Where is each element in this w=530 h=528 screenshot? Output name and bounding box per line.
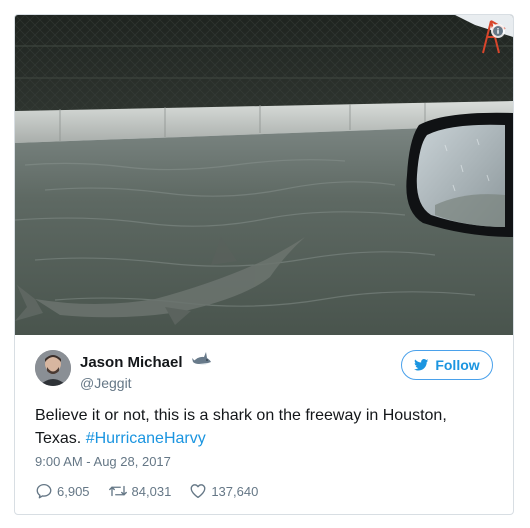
tweet-actions: 6,905 84,031 137,640 [35,481,276,501]
flooded-freeway-shark-image [15,15,513,335]
follow-button[interactable]: Follow [401,350,493,380]
author-handle[interactable]: @Jeggit [80,374,212,392]
author-names: Jason Michael @Jeggit [80,352,212,392]
tweet-timestamp[interactable]: 9:00 AM - Aug 28, 2017 [35,454,171,469]
heart-icon [190,484,206,499]
shark-emoji [192,352,212,373]
hashtag-link[interactable]: #HurricaneHarvy [86,430,206,447]
follow-button-label: Follow [435,357,480,373]
twitter-bird-icon [414,359,429,371]
embedded-tweet-card: Jason Michael @Jeggit Follow Believe it … [14,14,514,515]
tweet-text: Believe it or not, this is a shark on th… [35,404,495,450]
info-icon[interactable] [491,24,505,38]
reply-icon [36,483,52,499]
like-count: 137,640 [211,483,259,499]
retweet-icon [108,485,127,497]
retweet-action[interactable]: 84,031 [108,482,172,500]
reply-count: 6,905 [57,483,90,499]
like-action[interactable]: 137,640 [189,482,258,500]
avatar[interactable] [35,350,71,386]
tweet-photo[interactable] [15,15,513,335]
retweet-count: 84,031 [131,483,172,499]
author-display-name[interactable]: Jason Michael [80,354,183,372]
reply-action[interactable]: 6,905 [35,482,90,500]
